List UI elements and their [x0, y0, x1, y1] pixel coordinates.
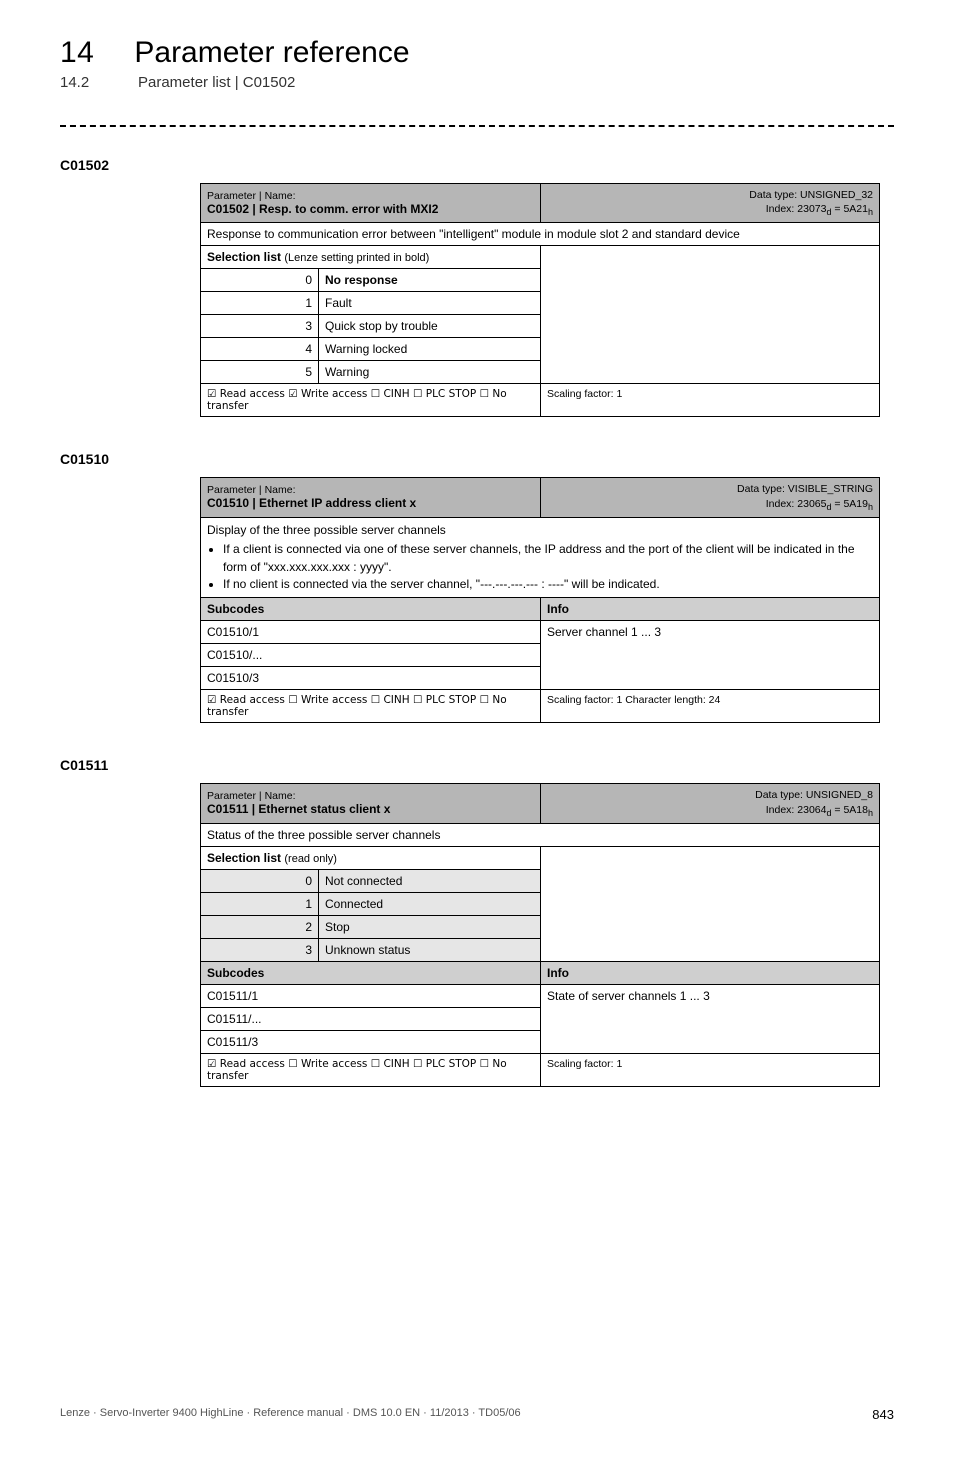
selection-list-note: (Lenze setting printed in bold) [284, 252, 429, 264]
selection-num: 3 [201, 315, 319, 338]
subcode: C01510/... [201, 644, 541, 667]
param-description: Response to communication error between … [201, 223, 880, 246]
selection-num: 0 [201, 269, 319, 292]
param-block: Parameter | Name: C01511 | Ethernet stat… [200, 783, 894, 1086]
param-block: Parameter | Name: C01510 | Ethernet IP a… [200, 477, 894, 723]
selection-num: 4 [201, 338, 319, 361]
index-value: Index: 23064d = 5A18h [766, 804, 873, 816]
param-label: Parameter | Name: [207, 190, 296, 202]
section-title: Parameter list | C01502 [138, 74, 295, 91]
data-type: Data type: UNSIGNED_8 [755, 789, 873, 801]
param-table: Parameter | Name: C01510 | Ethernet IP a… [200, 477, 880, 723]
param-label: Parameter | Name: [207, 484, 296, 496]
info-value: Server channel 1 ... 3 [541, 621, 880, 690]
param-code-title: C01502 | Resp. to comm. error with MXI2 [207, 202, 438, 216]
index-value: Index: 23065d = 5A19h [766, 498, 873, 510]
selection-val: No response [319, 269, 541, 292]
subcode: C01511/... [201, 1007, 541, 1030]
subcodes-label: Subcodes [201, 598, 541, 621]
page-header: 14 Parameter reference 14.2 Parameter li… [60, 36, 894, 91]
param-table: Parameter | Name: C01502 | Resp. to comm… [200, 183, 880, 417]
desc-bullet: If a client is connected via one of thes… [223, 541, 873, 576]
param-table: Parameter | Name: C01511 | Ethernet stat… [200, 783, 880, 1086]
footer-left: Lenze · Servo-Inverter 9400 HighLine · R… [60, 1407, 521, 1422]
info-value: State of server channels 1 ... 3 [541, 984, 880, 1053]
selection-num: 1 [201, 292, 319, 315]
chapter-title: Parameter reference [134, 36, 409, 70]
param-code-title: C01511 | Ethernet status client x [207, 802, 390, 816]
subcode: C01510/1 [201, 621, 541, 644]
param-description: Display of the three possible server cha… [201, 517, 880, 598]
selection-val: Unknown status [319, 938, 541, 961]
data-type: Data type: VISIBLE_STRING [737, 483, 873, 495]
section-number: 14.2 [60, 74, 98, 91]
info-label: Info [541, 961, 880, 984]
selection-blank [541, 846, 880, 961]
subcode: C01511/3 [201, 1030, 541, 1053]
param-heading: C01502 [60, 157, 894, 173]
selection-num: 5 [201, 361, 319, 384]
selection-blank [541, 246, 880, 384]
data-type: Data type: UNSIGNED_32 [749, 189, 873, 201]
selection-list-note: (read only) [284, 853, 337, 865]
access-flags: ☑ Read access ☐ Write access ☐ CINH ☐ PL… [201, 1053, 541, 1086]
param-label: Parameter | Name: [207, 790, 296, 802]
selection-num: 0 [201, 869, 319, 892]
info-label: Info [541, 598, 880, 621]
index-value: Index: 23073d = 5A21h [766, 203, 873, 215]
desc-bullet: If no client is connected via the server… [223, 576, 873, 593]
chapter-number: 14 [60, 36, 94, 70]
selection-list-label: Selection list [207, 250, 281, 264]
selection-val: Not connected [319, 869, 541, 892]
param-block: Parameter | Name: C01502 | Resp. to comm… [200, 183, 894, 417]
subcode: C01511/1 [201, 984, 541, 1007]
divider [60, 125, 894, 127]
param-code-title: C01510 | Ethernet IP address client x [207, 496, 416, 510]
subcodes-label: Subcodes [201, 961, 541, 984]
selection-val: Stop [319, 915, 541, 938]
selection-num: 3 [201, 938, 319, 961]
selection-val: Warning [319, 361, 541, 384]
scaling-factor: Scaling factor: 1 [541, 1053, 880, 1086]
scaling-factor: Scaling factor: 1 [541, 384, 880, 417]
access-flags: ☑ Read access ☐ Write access ☐ CINH ☐ PL… [201, 690, 541, 723]
selection-list-label: Selection list [207, 851, 281, 865]
access-flags: ☑ Read access ☑ Write access ☐ CINH ☐ PL… [201, 384, 541, 417]
selection-val: Fault [319, 292, 541, 315]
param-heading: C01511 [60, 757, 894, 773]
selection-num: 2 [201, 915, 319, 938]
page-footer: Lenze · Servo-Inverter 9400 HighLine · R… [60, 1407, 894, 1422]
selection-val: Quick stop by trouble [319, 315, 541, 338]
scaling-factor: Scaling factor: 1 Character length: 24 [541, 690, 880, 723]
param-description: Status of the three possible server chan… [201, 823, 880, 846]
selection-val: Warning locked [319, 338, 541, 361]
selection-num: 1 [201, 892, 319, 915]
selection-val: Connected [319, 892, 541, 915]
param-heading: C01510 [60, 451, 894, 467]
subcode: C01510/3 [201, 667, 541, 690]
page-number: 843 [872, 1407, 894, 1422]
